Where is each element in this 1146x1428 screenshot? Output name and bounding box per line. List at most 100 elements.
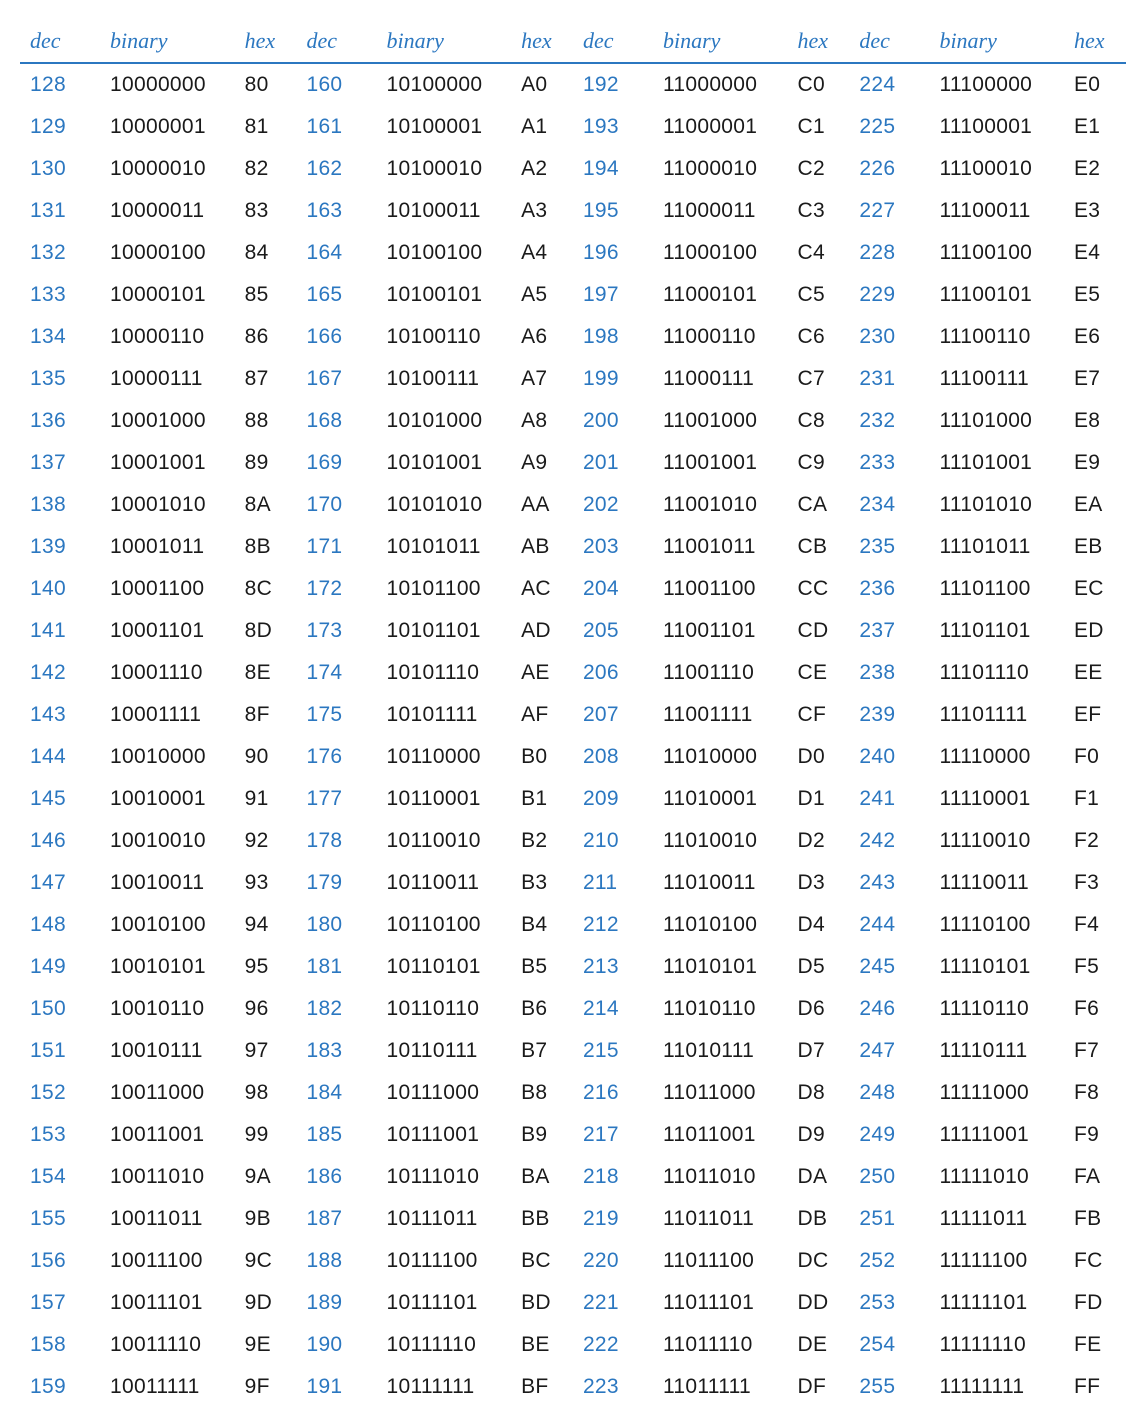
- cell-dec: 229: [849, 274, 929, 316]
- cell-dec: 189: [296, 1282, 376, 1324]
- cell-hex: C1: [788, 106, 850, 148]
- table-row: 128100000008016010100000A019211000000C02…: [20, 63, 1126, 106]
- cell-dec: 239: [849, 694, 929, 736]
- cell-binary: 11000110: [653, 316, 788, 358]
- cell-dec: 211: [573, 862, 653, 904]
- cell-dec: 194: [573, 148, 653, 190]
- cell-dec: 232: [849, 400, 929, 442]
- cell-binary: 11101011: [929, 526, 1064, 568]
- cell-binary: 11110111: [929, 1030, 1064, 1072]
- cell-binary: 10001110: [100, 652, 235, 694]
- table-row: 144100100009017610110000B020811010000D02…: [20, 736, 1126, 778]
- cell-hex: FF: [1064, 1366, 1126, 1408]
- cell-hex: F2: [1064, 820, 1126, 862]
- cell-dec: 176: [296, 736, 376, 778]
- cell-hex: D8: [788, 1072, 850, 1114]
- cell-binary: 11010101: [653, 946, 788, 988]
- cell-hex: 9D: [235, 1282, 297, 1324]
- cell-binary: 10110111: [377, 1030, 512, 1072]
- cell-binary: 11000101: [653, 274, 788, 316]
- cell-binary: 11111011: [929, 1198, 1064, 1240]
- cell-dec: 201: [573, 442, 653, 484]
- cell-hex: CB: [788, 526, 850, 568]
- cell-dec: 165: [296, 274, 376, 316]
- cell-hex: C0: [788, 63, 850, 106]
- cell-dec: 163: [296, 190, 376, 232]
- cell-binary: 10001000: [100, 400, 235, 442]
- cell-dec: 249: [849, 1114, 929, 1156]
- table-row: 153100110019918510111001B921711011001D92…: [20, 1114, 1126, 1156]
- cell-hex: A9: [511, 442, 573, 484]
- cell-binary: 10101110: [377, 652, 512, 694]
- cell-dec: 216: [573, 1072, 653, 1114]
- cell-hex: AC: [511, 568, 573, 610]
- cell-binary: 11011011: [653, 1198, 788, 1240]
- cell-hex: BE: [511, 1324, 573, 1366]
- cell-hex: B3: [511, 862, 573, 904]
- cell-binary: 10011111: [100, 1366, 235, 1408]
- header-hex: hex: [235, 20, 297, 63]
- cell-dec: 207: [573, 694, 653, 736]
- cell-binary: 11000011: [653, 190, 788, 232]
- cell-binary: 11010001: [653, 778, 788, 820]
- cell-binary: 10010111: [100, 1030, 235, 1072]
- cell-hex: CC: [788, 568, 850, 610]
- cell-hex: F1: [1064, 778, 1126, 820]
- cell-hex: B1: [511, 778, 573, 820]
- header-binary: binary: [929, 20, 1064, 63]
- cell-binary: 11010010: [653, 820, 788, 862]
- cell-dec: 132: [20, 232, 100, 274]
- cell-binary: 11101001: [929, 442, 1064, 484]
- cell-dec: 228: [849, 232, 929, 274]
- cell-binary: 10101111: [377, 694, 512, 736]
- table-row: 147100100119317910110011B321111010011D32…: [20, 862, 1126, 904]
- cell-dec: 214: [573, 988, 653, 1030]
- cell-binary: 11011010: [653, 1156, 788, 1198]
- cell-binary: 11110101: [929, 946, 1064, 988]
- cell-hex: 8E: [235, 652, 297, 694]
- cell-dec: 251: [849, 1198, 929, 1240]
- cell-binary: 10100000: [377, 63, 512, 106]
- cell-hex: EA: [1064, 484, 1126, 526]
- header-binary: binary: [653, 20, 788, 63]
- cell-hex: BA: [511, 1156, 573, 1198]
- cell-hex: 87: [235, 358, 297, 400]
- cell-dec: 161: [296, 106, 376, 148]
- cell-hex: F6: [1064, 988, 1126, 1030]
- cell-dec: 145: [20, 778, 100, 820]
- cell-hex: C6: [788, 316, 850, 358]
- cell-dec: 155: [20, 1198, 100, 1240]
- cell-binary: 11101101: [929, 610, 1064, 652]
- cell-dec: 199: [573, 358, 653, 400]
- cell-dec: 174: [296, 652, 376, 694]
- cell-binary: 10110100: [377, 904, 512, 946]
- cell-hex: DF: [788, 1366, 850, 1408]
- cell-binary: 11001001: [653, 442, 788, 484]
- header-hex: hex: [511, 20, 573, 63]
- cell-hex: B9: [511, 1114, 573, 1156]
- cell-hex: AB: [511, 526, 573, 568]
- cell-binary: 11010100: [653, 904, 788, 946]
- cell-hex: F9: [1064, 1114, 1126, 1156]
- cell-hex: 9E: [235, 1324, 297, 1366]
- cell-binary: 10110110: [377, 988, 512, 1030]
- cell-hex: B0: [511, 736, 573, 778]
- cell-hex: AA: [511, 484, 573, 526]
- cell-dec: 137: [20, 442, 100, 484]
- cell-binary: 10100100: [377, 232, 512, 274]
- cell-dec: 134: [20, 316, 100, 358]
- cell-dec: 169: [296, 442, 376, 484]
- cell-dec: 182: [296, 988, 376, 1030]
- cell-binary: 11001011: [653, 526, 788, 568]
- cell-dec: 171: [296, 526, 376, 568]
- cell-binary: 11110010: [929, 820, 1064, 862]
- cell-dec: 167: [296, 358, 376, 400]
- cell-binary: 10101000: [377, 400, 512, 442]
- cell-dec: 139: [20, 526, 100, 568]
- cell-hex: DA: [788, 1156, 850, 1198]
- cell-binary: 10111110: [377, 1324, 512, 1366]
- cell-hex: D1: [788, 778, 850, 820]
- cell-binary: 10000101: [100, 274, 235, 316]
- cell-binary: 11110110: [929, 988, 1064, 1030]
- cell-dec: 192: [573, 63, 653, 106]
